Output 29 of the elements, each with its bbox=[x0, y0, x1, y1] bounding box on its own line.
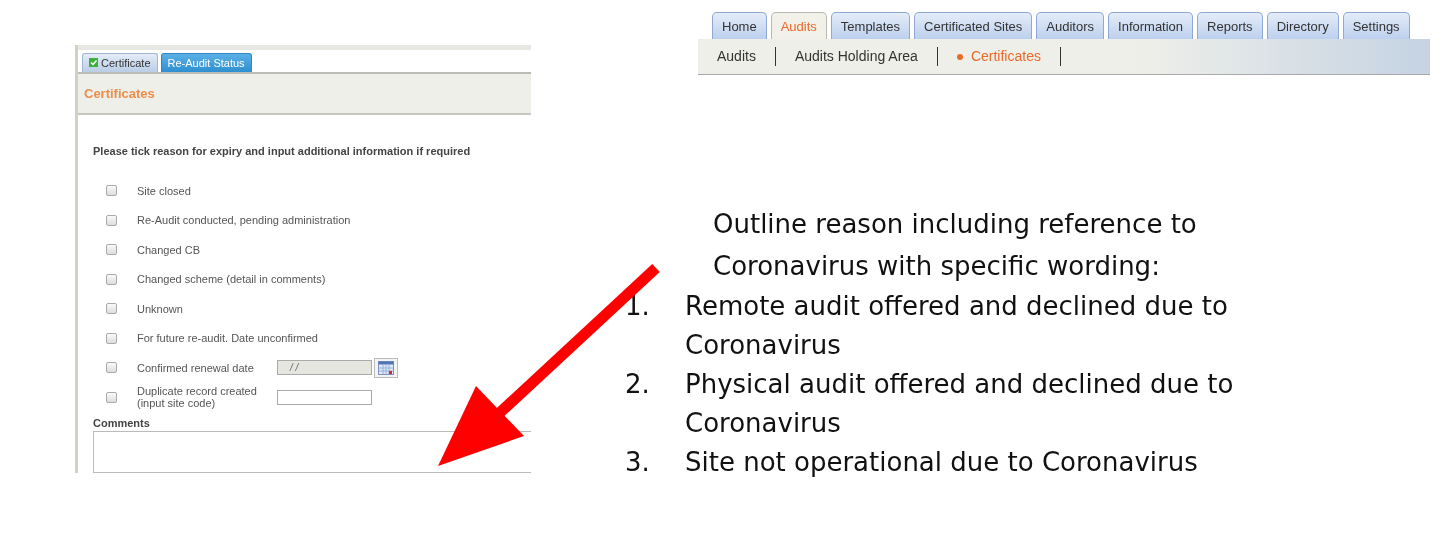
nav-tab[interactable]: Certificated Sites bbox=[914, 12, 1033, 39]
reason-label: Duplicate record created (input site code) bbox=[137, 385, 258, 410]
panel-heading: Certificates bbox=[84, 85, 155, 101]
reason-label: Changed scheme (detail in comments) bbox=[137, 273, 326, 286]
nav-tab[interactable]: Auditors bbox=[1036, 12, 1105, 39]
list-number: 2. bbox=[624, 368, 651, 401]
sub-tab[interactable]: Audits bbox=[698, 47, 776, 66]
nav-tab[interactable]: Directory bbox=[1266, 12, 1339, 39]
list-item-text: Physical audit offered and declined due to Coronavirus bbox=[685, 368, 1235, 440]
nav-tab[interactable]: Information bbox=[1108, 12, 1194, 39]
list-item-text: Remote audit offered and declined due to Coronavirus bbox=[685, 290, 1229, 362]
date-field[interactable]: / / bbox=[277, 360, 372, 376]
nav-tab[interactable]: Reports bbox=[1197, 12, 1263, 39]
reason-label: Unknown bbox=[137, 302, 183, 315]
nav-tab[interactable]: Templates bbox=[830, 12, 911, 39]
nav-tab[interactable]: Home bbox=[712, 12, 767, 39]
note-text: Outline reason including reference to Coronavirus with specific wording: bbox=[712, 208, 1198, 283]
panel-tab[interactable]: Certificate bbox=[82, 52, 158, 72]
reason-label: Changed CB bbox=[137, 243, 200, 256]
reason-label: For future re-audit. Date unconfirmed bbox=[137, 332, 318, 345]
reason-label: Site closed bbox=[137, 184, 191, 197]
reason-label: Re-Audit conducted, pending administration bbox=[137, 214, 351, 227]
comments-label: Comments bbox=[93, 417, 151, 429]
list-item-text: Site not operational due to Coronavirus bbox=[685, 446, 1199, 479]
reason-label: Confirmed renewal date bbox=[137, 361, 255, 374]
sub-tab[interactable]: Audits Holding Area bbox=[775, 47, 938, 66]
list-number: 3. bbox=[624, 446, 651, 479]
nav-tab[interactable]: Settings bbox=[1342, 12, 1410, 39]
instruction-text: Please tick reason for expiry and input additional information if required bbox=[93, 145, 472, 157]
